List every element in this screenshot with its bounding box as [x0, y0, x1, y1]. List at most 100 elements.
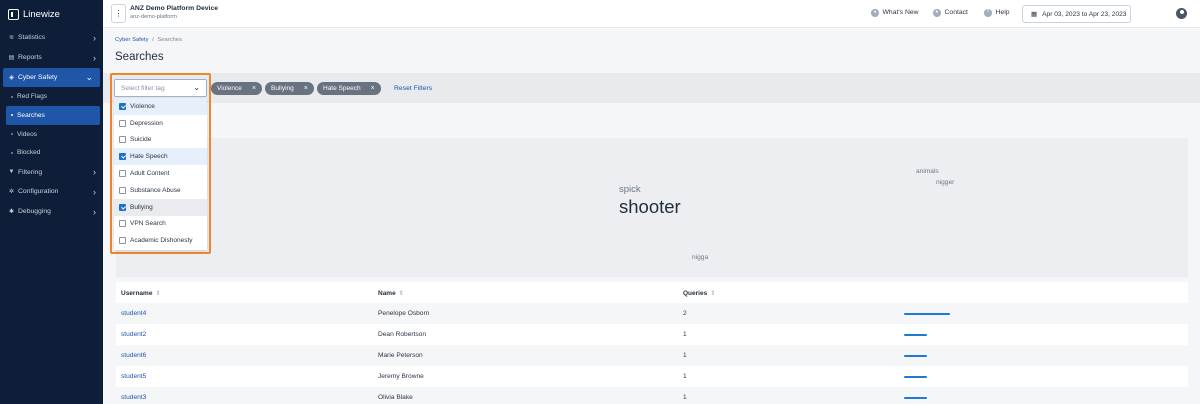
- filter-chip-violence[interactable]: Violence ×: [211, 82, 262, 95]
- queries-cell: 1: [683, 351, 687, 359]
- option-label: Violence: [130, 102, 155, 110]
- bullet-icon: [11, 151, 13, 154]
- help-link[interactable]: ? Help: [984, 9, 1009, 17]
- sidebar-item-filtering[interactable]: ▼ Filtering ›: [0, 162, 103, 182]
- chevron-down-icon[interactable]: ⌄: [193, 83, 200, 92]
- checkbox-icon[interactable]: [119, 153, 126, 161]
- sort-icon[interactable]: ⇕: [155, 291, 160, 297]
- contact-label: Contact: [944, 9, 968, 17]
- filter-chip-bullying[interactable]: Bullying ×: [265, 82, 314, 95]
- checkbox-icon[interactable]: [119, 119, 126, 127]
- sidebar-item-label: Debugging: [18, 208, 51, 216]
- filter-option-depression[interactable]: Depression: [114, 115, 207, 132]
- filter-option-academic-dishonesty[interactable]: Academic Dishonesty: [114, 232, 207, 249]
- queries-cell: 2: [683, 309, 687, 317]
- whats-new-link[interactable]: ◂ What's New: [871, 9, 919, 17]
- username-link[interactable]: student5: [121, 373, 146, 380]
- filter-option-hate-speech[interactable]: Hate Speech: [114, 148, 207, 166]
- table-row[interactable]: student4 Penelope Osborn 2: [116, 303, 1188, 324]
- date-range-picker[interactable]: ▦ Apr 03, 2023 to Apr 23, 2023: [1022, 5, 1131, 23]
- queries-bar: [904, 333, 927, 336]
- sort-icon[interactable]: ⇕: [710, 291, 715, 297]
- sidebar-item-reports[interactable]: ▤ Reports ›: [0, 48, 103, 68]
- column-header-username[interactable]: Username ⇕: [121, 290, 160, 297]
- word-cloud-term[interactable]: animals: [916, 168, 939, 175]
- sidebar-item-cyber-safety[interactable]: ◈ Cyber Safety ⌄: [3, 67, 100, 88]
- option-label: VPN Search: [130, 220, 166, 228]
- username-link[interactable]: student3: [121, 394, 146, 401]
- filter-tag-select[interactable]: Select filter tag ⌄: [114, 79, 207, 97]
- filter-option-vpn-search[interactable]: VPN Search: [114, 216, 207, 233]
- word-cloud: spick shooter animals nigger nigga: [116, 138, 1188, 277]
- remove-chip-icon[interactable]: ×: [252, 85, 256, 92]
- filter-option-bullying[interactable]: Bullying: [114, 198, 207, 216]
- sidebar-subitem-videos[interactable]: Videos: [0, 125, 103, 144]
- queries-cell: 1: [683, 330, 687, 338]
- option-label: Hate Speech: [130, 153, 168, 161]
- username-link[interactable]: student6: [121, 352, 146, 359]
- option-label: Academic Dishonesty: [130, 237, 193, 245]
- chip-label: Bullying: [271, 85, 294, 92]
- sidebar-item-debugging[interactable]: ✱ Debugging ›: [0, 202, 103, 222]
- table-row[interactable]: student2 Dean Robertson 1: [116, 324, 1188, 345]
- sidebar-subitem-red-flags[interactable]: Red Flags: [0, 87, 103, 106]
- checkbox-icon[interactable]: [119, 220, 126, 228]
- column-header-name[interactable]: Name ⇕: [378, 290, 404, 297]
- checkbox-icon[interactable]: [119, 186, 126, 194]
- queries-bar: [904, 312, 950, 315]
- name-cell: Dean Robertson: [378, 330, 427, 338]
- word-cloud-term[interactable]: shooter: [619, 196, 681, 218]
- sort-icon[interactable]: ⇕: [399, 291, 404, 297]
- username-link[interactable]: student4: [121, 310, 146, 317]
- chevron-right-icon: ›: [93, 186, 96, 197]
- option-label: Bullying: [130, 203, 153, 211]
- brand[interactable]: Linewize: [0, 0, 103, 28]
- queries-cell: 1: [683, 372, 687, 380]
- checkbox-icon[interactable]: [119, 102, 126, 110]
- filter-option-substance-abuse[interactable]: Substance Abuse: [114, 182, 207, 199]
- username-link[interactable]: student2: [121, 331, 146, 338]
- checkbox-icon[interactable]: [119, 170, 126, 178]
- sidebar-subitem-searches[interactable]: Searches: [6, 106, 100, 125]
- word-cloud-term[interactable]: nigger: [936, 179, 954, 186]
- chevron-right-icon: ›: [93, 32, 96, 43]
- chat-icon: ●: [933, 9, 941, 17]
- sidebar: Linewize ≋ Statistics › ▤ Reports › ◈ Cy…: [0, 0, 103, 404]
- remove-chip-icon[interactable]: ×: [304, 85, 308, 92]
- filter-option-adult-content[interactable]: Adult Content: [114, 165, 207, 182]
- bullet-icon: [11, 133, 13, 136]
- name-cell: Penelope Osborn: [378, 309, 430, 317]
- word-cloud-term[interactable]: spick: [619, 184, 641, 195]
- user-avatar-icon[interactable]: [1176, 8, 1187, 19]
- column-header-queries[interactable]: Queries ⇕: [683, 290, 715, 297]
- reset-filters-link[interactable]: Reset Filters: [394, 85, 432, 92]
- table-row[interactable]: student3 Olivia Blake 1: [116, 387, 1188, 404]
- filter-option-violence[interactable]: Violence: [114, 98, 207, 115]
- filter-option-suicide[interactable]: Suicide: [114, 132, 207, 149]
- searches-table: Username ⇕ Name ⇕ Queries ⇕ student4 Penelo…: [116, 282, 1188, 404]
- sidebar-subitem-blocked[interactable]: Blocked: [0, 143, 103, 162]
- device-menu-button[interactable]: ⋮: [111, 4, 126, 23]
- sidebar-item-label: Cyber Safety: [18, 73, 58, 81]
- sidebar-subitem-label: Blocked: [17, 149, 41, 157]
- contact-link[interactable]: ● Contact: [933, 9, 968, 17]
- queries-bar: [904, 354, 927, 357]
- chip-label: Violence: [217, 85, 242, 92]
- sidebar-item-label: Statistics: [18, 34, 46, 42]
- sidebar-subitem-label: Searches: [17, 111, 45, 119]
- name-cell: Jeremy Browne: [378, 372, 424, 380]
- breadcrumb: Cyber Safety / Searches: [115, 37, 182, 43]
- chevron-right-icon: ›: [93, 52, 96, 63]
- sidebar-item-configuration[interactable]: ✲ Configuration ›: [0, 182, 103, 202]
- word-cloud-term[interactable]: nigga: [692, 254, 708, 261]
- table-row[interactable]: student6 Marie Peterson 1: [116, 345, 1188, 366]
- checkbox-icon[interactable]: [119, 136, 126, 144]
- sidebar-item-statistics[interactable]: ≋ Statistics ›: [0, 28, 103, 48]
- calendar-icon: ▦: [1031, 11, 1038, 18]
- remove-chip-icon[interactable]: ×: [371, 85, 375, 92]
- checkbox-icon[interactable]: [119, 237, 126, 245]
- table-row[interactable]: student5 Jeremy Browne 1: [116, 366, 1188, 387]
- filter-chip-hate-speech[interactable]: Hate Speech ×: [317, 82, 381, 95]
- breadcrumb-cyber-safety[interactable]: Cyber Safety: [115, 37, 149, 43]
- checkbox-icon[interactable]: [119, 203, 126, 211]
